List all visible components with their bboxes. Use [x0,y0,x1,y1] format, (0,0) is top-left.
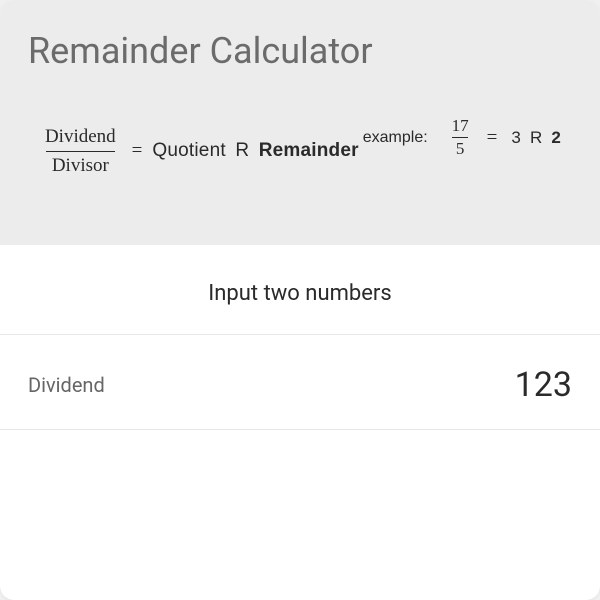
quotient-label: Quotient [152,140,225,161]
calculator-card: Remainder Calculator Dividend Divisor = … [0,0,600,600]
fraction-denominator: Divisor [46,151,115,178]
header: Remainder Calculator [0,0,600,96]
example-label: example: [363,129,428,147]
formula-fraction: Dividend Divisor [39,125,122,178]
dividend-input[interactable] [372,365,572,405]
example-remainder: 2 [551,128,561,147]
fraction-numerator: Dividend [39,125,122,151]
example-quotient: 3 [511,128,521,147]
section-heading: Input two numbers [0,245,600,335]
example-result: 3 R 2 [511,128,561,148]
page-title: Remainder Calculator [28,30,572,72]
remainder-label: Remainder [259,140,359,161]
dividend-row: Dividend [0,335,600,430]
dividend-label: Dividend [28,373,105,397]
example-equals: = [487,127,498,149]
example-r-label: R [530,128,542,147]
input-section: Input two numbers Dividend [0,245,600,430]
formula-result: Quotient R Remainder [152,140,358,162]
formula-section: Dividend Divisor = Quotient R Remainder … [0,96,600,245]
r-label: R [235,140,249,161]
formula-example: example: 17 5 = 3 R 2 [363,116,561,160]
example-fraction: 17 5 [448,116,473,160]
example-denominator: 5 [452,137,469,159]
formula-main: Dividend Divisor = Quotient R Remainder [39,125,359,178]
example-numerator: 17 [448,116,473,137]
equals-sign: = [132,140,143,162]
